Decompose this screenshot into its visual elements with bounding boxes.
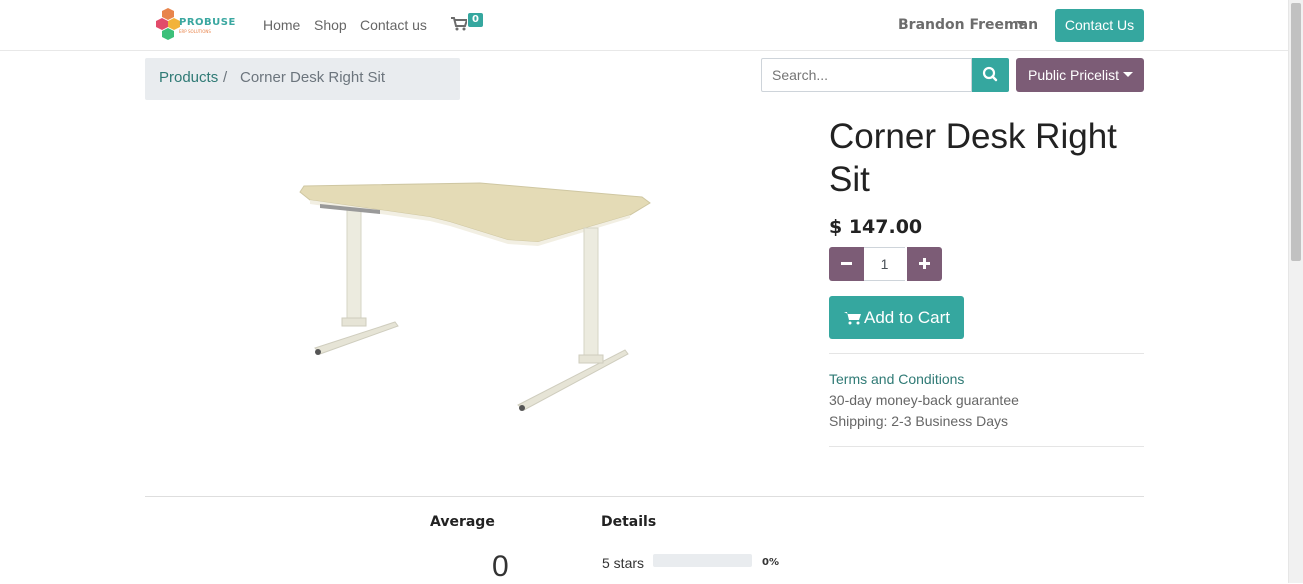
logo-text: PROBUSE xyxy=(179,17,236,28)
cart-icon[interactable] xyxy=(451,17,467,31)
section-divider xyxy=(145,496,1144,497)
star-row-percent: 0% xyxy=(762,557,779,568)
product-image[interactable] xyxy=(290,170,660,415)
product-title: Corner Desk Right Sit xyxy=(829,117,1117,199)
nav-contact-link[interactable]: Contact us xyxy=(360,17,427,33)
user-menu-caret-icon[interactable] xyxy=(1016,21,1026,26)
pricelist-caret-icon xyxy=(1123,72,1133,77)
average-rating-heading: Average xyxy=(430,514,495,530)
nav-home-link[interactable]: Home xyxy=(263,17,300,33)
guarantee-text: 30-day money-back guarantee xyxy=(829,392,1019,408)
average-rating-value: 0 xyxy=(492,550,509,583)
terms-and-conditions-link[interactable]: Terms and Conditions xyxy=(829,371,964,387)
breadcrumb: Products / Corner Desk Right Sit xyxy=(145,58,460,100)
breadcrumb-current: Corner Desk Right Sit xyxy=(240,69,386,86)
cart-icon xyxy=(844,312,861,325)
contact-us-button[interactable]: Contact Us xyxy=(1055,9,1144,42)
divider xyxy=(829,353,1144,354)
divider xyxy=(829,446,1144,447)
quantity-input[interactable] xyxy=(864,247,905,281)
scrollbar-thumb[interactable] xyxy=(1291,3,1301,261)
minus-icon xyxy=(841,262,852,265)
add-to-cart-label: Add to Cart xyxy=(864,308,950,327)
plus-icon xyxy=(919,258,930,269)
breadcrumb-separator: / xyxy=(223,69,228,86)
search-input[interactable] xyxy=(761,58,972,92)
logo-hexagons-icon xyxy=(156,8,180,40)
pricelist-label: Public Pricelist xyxy=(1028,67,1120,83)
quantity-increase-button[interactable] xyxy=(907,247,942,281)
search-button[interactable] xyxy=(972,58,1009,92)
search-icon xyxy=(982,66,998,82)
star-row-progress-bar xyxy=(653,554,752,567)
shipping-text: Shipping: 2-3 Business Days xyxy=(829,413,1008,429)
product-price: $ 147.00 xyxy=(829,216,923,238)
nav-shop-link[interactable]: Shop xyxy=(314,17,347,33)
cart-count-badge: 0 xyxy=(468,13,483,27)
add-to-cart-button[interactable]: Add to Cart xyxy=(829,296,964,339)
pricelist-dropdown[interactable]: Public Pricelist xyxy=(1016,58,1144,92)
top-navbar: PROBUSE ERP SOLUTIONS Home Shop Contact … xyxy=(0,0,1288,51)
quantity-decrease-button[interactable] xyxy=(829,247,864,281)
rating-details-heading: Details xyxy=(601,514,657,530)
star-row-label: 5 stars xyxy=(602,555,645,571)
brand-logo[interactable]: PROBUSE ERP SOLUTIONS xyxy=(156,6,235,44)
logo-subtext: ERP SOLUTIONS xyxy=(179,29,211,34)
breadcrumb-products-link[interactable]: Products xyxy=(159,58,218,98)
